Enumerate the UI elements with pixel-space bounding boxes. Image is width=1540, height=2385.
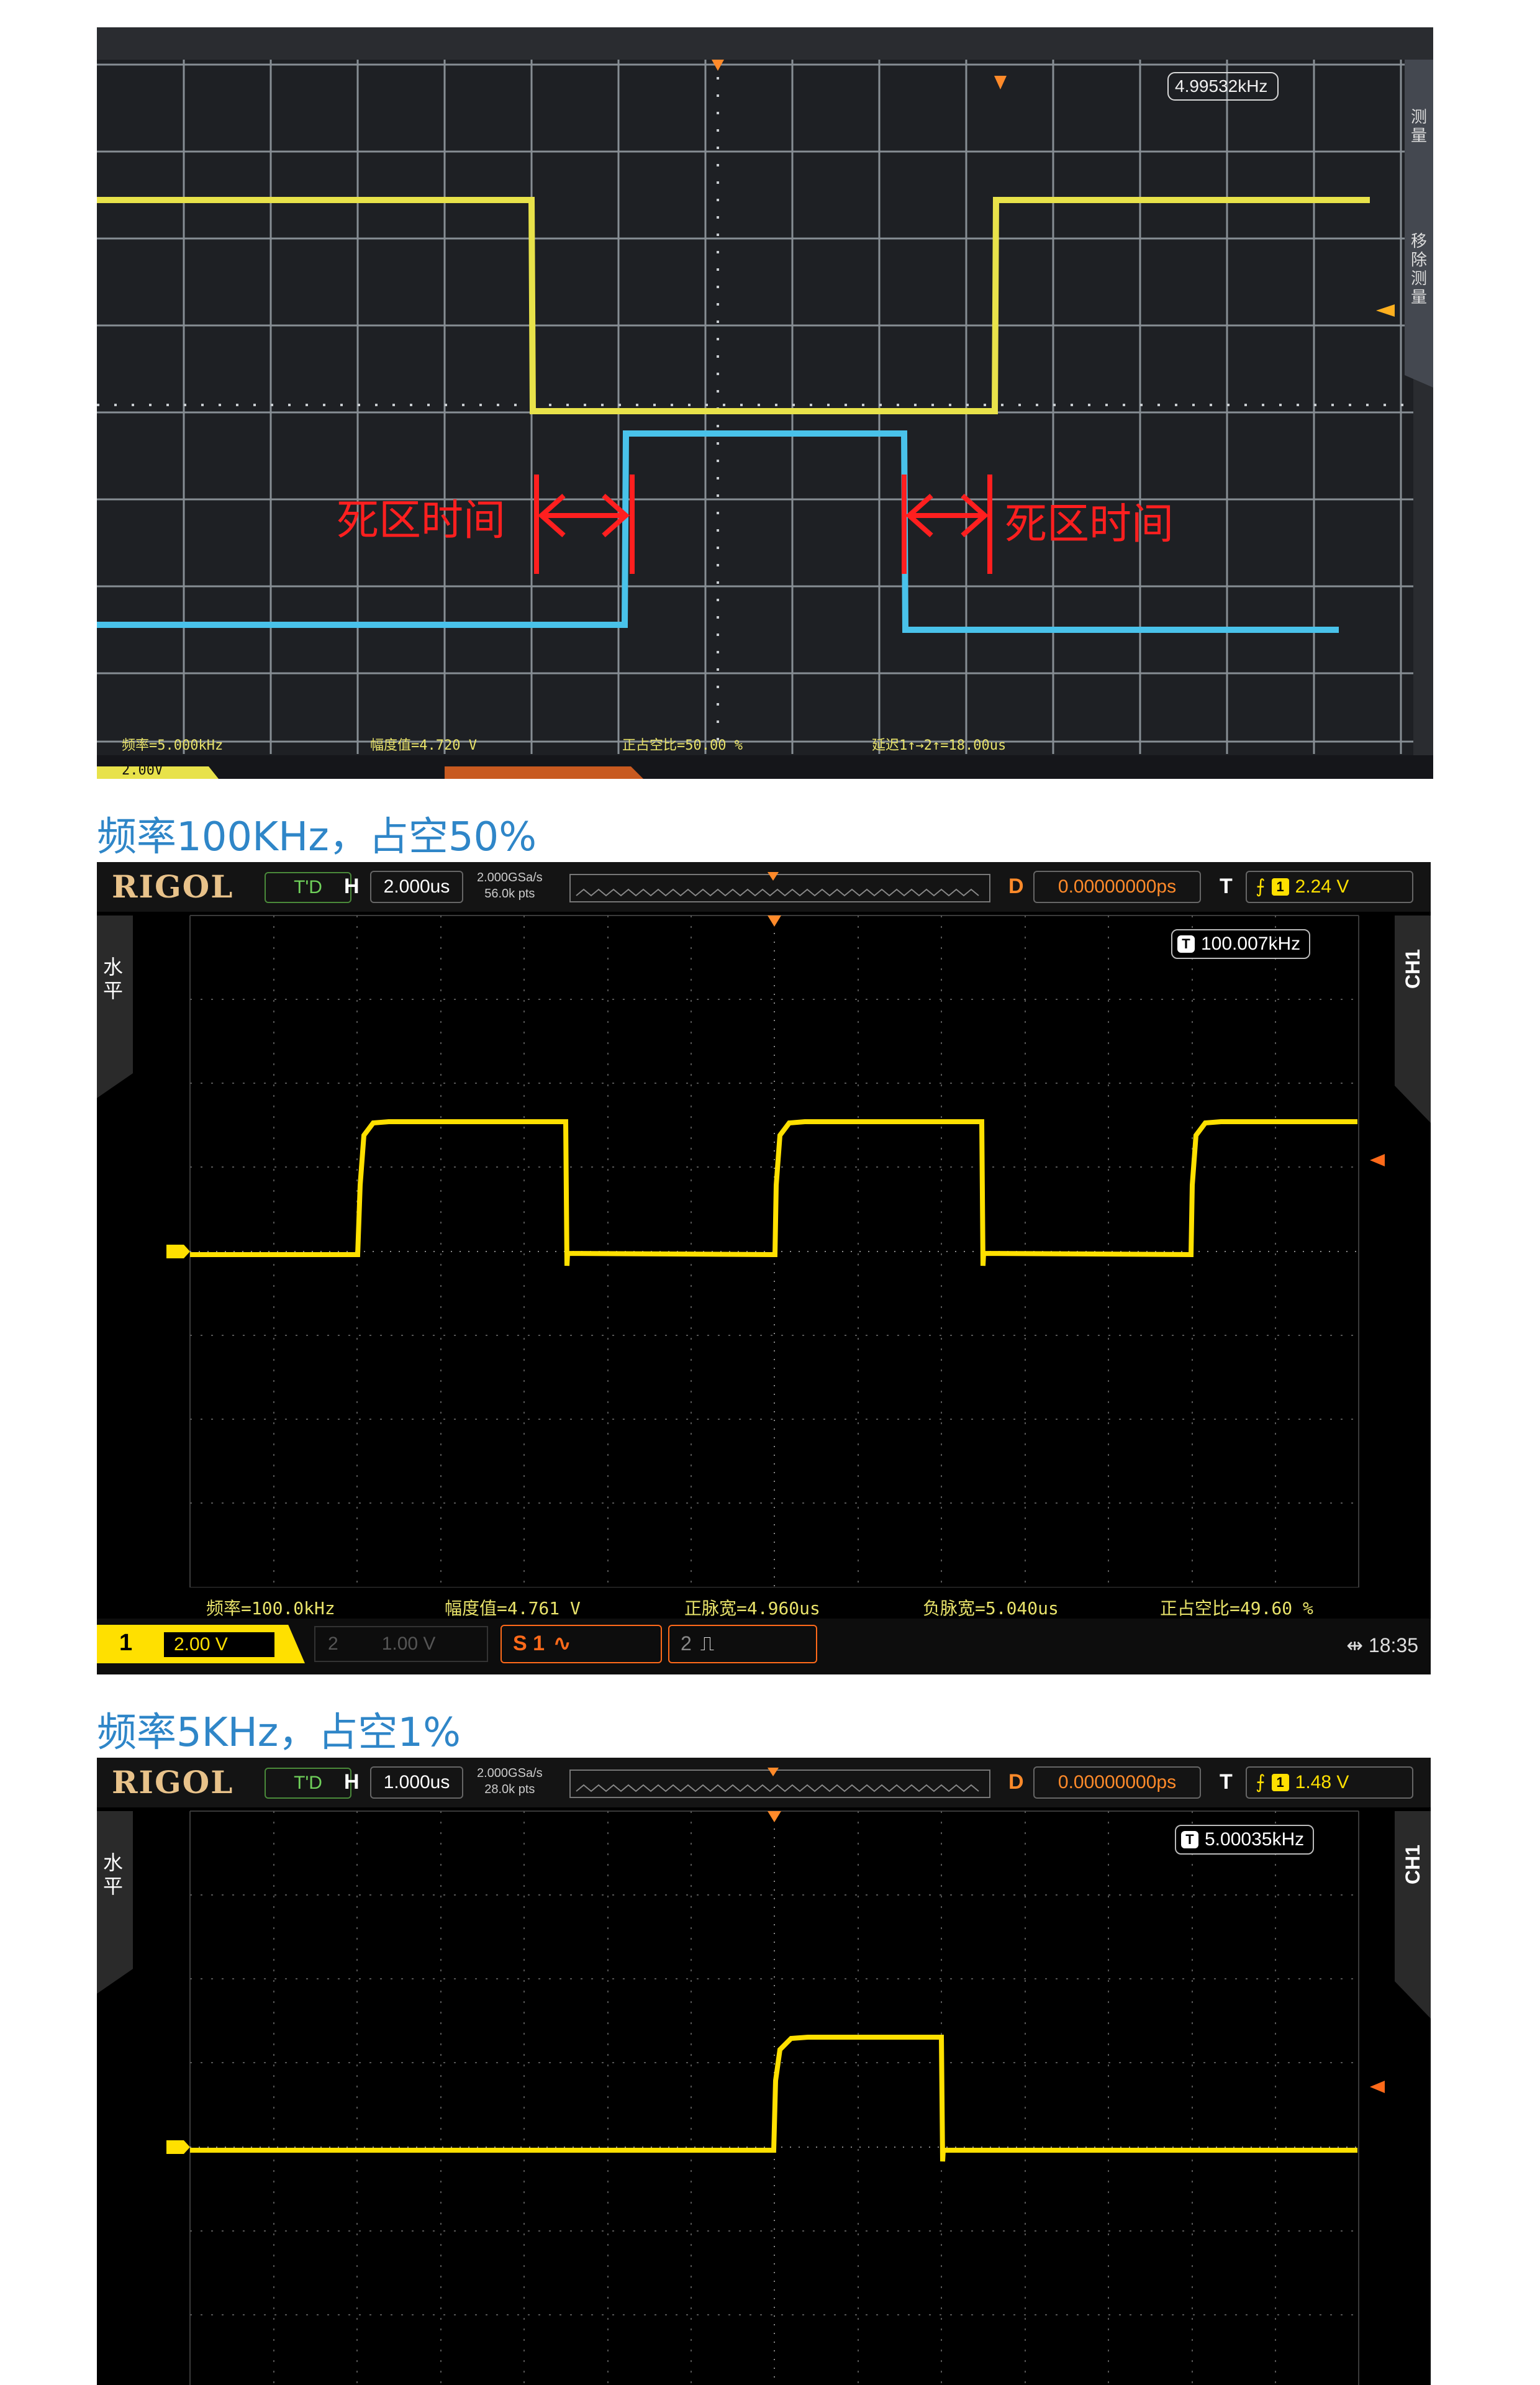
scope1-trigger[interactable]: ⨍ 1 2.24 V: [1246, 871, 1413, 903]
scope2-sample-info: 2.000GSa/s 28.0k pts: [477, 1765, 543, 1797]
scope1-d-label: D: [1008, 874, 1024, 898]
scope2-frequency-badge: T 5.00035kHz: [1175, 1825, 1315, 1855]
scope1-run-state[interactable]: T'D: [265, 872, 351, 903]
scope1-grid: [97, 915, 1431, 1629]
scope2-trigger-source: 1: [1271, 1774, 1289, 1791]
scope1-side-ch1[interactable]: CH1: [1401, 949, 1424, 989]
scope1-side-horizontal[interactable]: 水平: [101, 955, 125, 1002]
scope2-side-horizontal[interactable]: 水平: [101, 1851, 125, 1898]
scope2-mem-depth: 28.0k pts: [484, 1783, 535, 1796]
scope2-trigger[interactable]: ⨍ 1 1.48 V: [1246, 1766, 1413, 1799]
scope2-side-ch1[interactable]: CH1: [1401, 1845, 1424, 1884]
scope1-ch1-button[interactable]: 1 2.00 V: [97, 1625, 305, 1663]
scope2-timebase[interactable]: 1.000us: [370, 1766, 463, 1799]
photo-ch1-scale: 2.00V: [122, 763, 163, 778]
scope1-frequency-badge: T 100.007kHz: [1171, 929, 1311, 959]
photo-side-remove: 移除测量: [1411, 232, 1428, 307]
photo-grid: [97, 27, 1433, 779]
dead-time-label-right: 死区时间: [1005, 500, 1174, 549]
trigger-t-icon: T: [1177, 935, 1195, 953]
pulse-wave-icon: ⎍: [700, 1632, 715, 1655]
photo-frequency-text: 4.99532kHz: [1175, 76, 1268, 96]
scope2-topbar: RIGOL T'D H 1.000us 2.000GSa/s 28.0k pts…: [97, 1758, 1431, 1807]
scope1-s1-button[interactable]: S 1 ∿: [500, 1625, 662, 1663]
scope1-sample-rate: 2.000GSa/s: [477, 871, 543, 884]
scope-screenshot-100khz: RIGOL T'D H 2.000us 2.000GSa/s 56.0k pts…: [97, 862, 1431, 1674]
scope1-delay[interactable]: 0.00000000ps: [1033, 871, 1201, 903]
scope1-memory-overview: [569, 872, 990, 902]
scope2-frequency: 5.00035kHz: [1205, 1829, 1305, 1850]
scope-photo: 4.99532kHz 死区时间 死区时间 频率=5.000kHz 幅度值=4.7…: [97, 27, 1433, 779]
scope1-h-label: H: [344, 874, 360, 898]
scope2-sample-rate: 2.000GSa/s: [477, 1766, 543, 1780]
photo-meas-duty: 正占空比=50.00 %: [622, 738, 743, 753]
scope1-logo: RIGOL: [112, 868, 234, 905]
photo-side-measure: 测量: [1411, 108, 1428, 145]
sine-wave-icon: ∿: [553, 1632, 571, 1655]
scope1-trigger-source: 1: [1271, 878, 1289, 896]
scope-screenshot-5khz: RIGOL T'D H 1.000us 2.000GSa/s 28.0k pts…: [97, 1758, 1431, 2385]
scope1-s2-button[interactable]: 2 ⎍: [668, 1625, 817, 1663]
scope1-trigger-level: 2.24 V: [1295, 876, 1349, 897]
photo-meas-delay: 延迟1↑→2↑=18.00us: [872, 738, 1007, 753]
scope1-time: 18:35: [1368, 1634, 1418, 1656]
scope1-frequency: 100.007kHz: [1201, 934, 1301, 954]
scope1-meas-nwidth: 负脉宽=5.040us: [923, 1598, 1059, 1619]
scope1-clock: ⇹ 18:35: [1346, 1633, 1418, 1657]
scope1-meas-duty: 正占空比=49.60 %: [1160, 1598, 1313, 1619]
photo-frequency-badge: 4.99532kHz: [1167, 72, 1279, 101]
scope1-t-label: T: [1220, 874, 1233, 898]
section-heading-100khz: 频率100KHz，占空50%: [97, 814, 537, 860]
scope1-ch2-button[interactable]: 2 1.00 V: [314, 1626, 488, 1662]
rising-edge-icon: ⨍: [1256, 1772, 1266, 1792]
scope1-bottombar: 1 2.00 V 2 1.00 V S 1 ∿ 2 ⎍ ⇹ 18:35: [97, 1619, 1431, 1674]
scope2-trigger-level: 1.48 V: [1295, 1772, 1349, 1792]
scope2-run-state[interactable]: T'D: [265, 1768, 351, 1799]
scope1-meas-pwidth: 正脉宽=4.960us: [684, 1598, 820, 1619]
scope1-mem-depth: 56.0k pts: [484, 887, 535, 901]
scope2-d-label: D: [1008, 1770, 1024, 1794]
scope1-s1-label: S 1: [513, 1632, 545, 1655]
scope1-ch2-scale: 1.00 V: [381, 1633, 436, 1654]
section-heading-5khz: 频率5KHz，占空1%: [97, 1710, 461, 1756]
scope1-topbar: RIGOL T'D H 2.000us 2.000GSa/s 56.0k pts…: [97, 862, 1431, 912]
scope1-s2-label: 2: [681, 1632, 692, 1655]
scope1-sample-info: 2.000GSa/s 56.0k pts: [477, 870, 543, 902]
scope2-delay[interactable]: 0.00000000ps: [1033, 1766, 1201, 1799]
scope1-meas-amp: 幅度值=4.761 V: [445, 1598, 581, 1619]
scope2-t-label: T: [1220, 1770, 1233, 1794]
photo-meas-amp: 幅度值=4.720 V: [370, 738, 477, 753]
trigger-t-icon: T: [1181, 1831, 1198, 1848]
photo-meas-freq: 频率=5.000kHz: [122, 738, 224, 753]
scope1-timebase[interactable]: 2.000us: [370, 871, 463, 903]
scope2-memory-overview: [569, 1768, 990, 1798]
scope2-logo: RIGOL: [112, 1764, 234, 1801]
scope1-ch2-num: 2: [328, 1633, 338, 1654]
scope2-h-label: H: [344, 1770, 360, 1794]
scope1-ch1-num: 1: [119, 1630, 133, 1656]
usb-icon: ⇹: [1346, 1634, 1369, 1656]
dead-time-label-left: 死区时间: [337, 496, 506, 545]
scope1-meas-freq: 频率=100.0kHz: [206, 1598, 335, 1619]
scope1-ch1-scale: 2.00 V: [164, 1632, 274, 1657]
rising-edge-icon: ⨍: [1256, 876, 1266, 897]
